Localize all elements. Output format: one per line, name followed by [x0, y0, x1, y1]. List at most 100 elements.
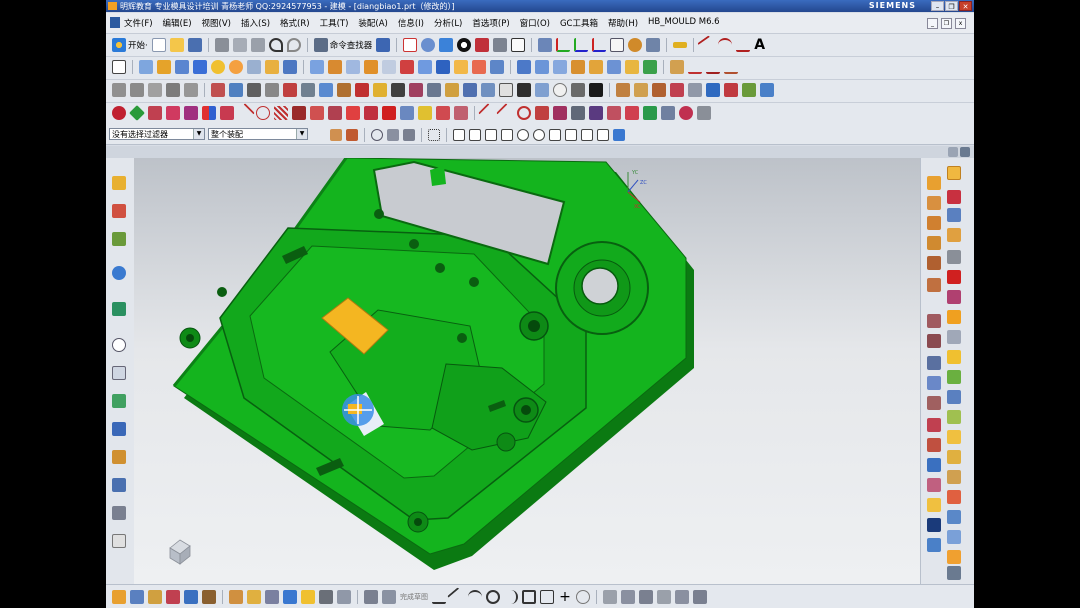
utility-32-icon[interactable] [679, 106, 693, 120]
utility-3-icon[interactable] [148, 106, 162, 120]
mould-tool-32-icon[interactable] [688, 83, 702, 97]
hole-icon[interactable] [247, 60, 261, 74]
move-face-icon[interactable] [625, 60, 639, 74]
spline-icon[interactable] [736, 38, 751, 52]
menu-view[interactable]: 视图(V) [202, 17, 231, 29]
clock-icon[interactable] [553, 83, 567, 97]
mould-tool-20-icon[interactable] [463, 83, 477, 97]
snap-point-icon[interactable] [549, 129, 561, 141]
bom-icon[interactable] [947, 350, 961, 364]
ejector-icon[interactable] [947, 250, 961, 264]
mould-tool-21-icon[interactable] [481, 83, 495, 97]
shell-icon[interactable] [400, 60, 414, 74]
mould-tool-5-icon[interactable] [184, 83, 198, 97]
boss-icon[interactable] [265, 60, 279, 74]
hb-mould-3-icon[interactable] [927, 478, 941, 492]
menu-format[interactable]: 格式(R) [280, 17, 310, 29]
measure-icon[interactable] [673, 42, 688, 48]
mdi-close-button[interactable]: x [955, 18, 966, 29]
curve-icon[interactable] [688, 60, 702, 74]
utility-30-icon[interactable] [643, 106, 657, 120]
bridge-curve-icon[interactable] [706, 60, 720, 74]
chamfer-icon[interactable] [382, 60, 396, 74]
menu-insert[interactable]: 插入(S) [241, 17, 270, 29]
standard-parts-icon[interactable] [927, 236, 941, 250]
menu-gc-toolbox[interactable]: GC工具箱 [560, 17, 598, 29]
snap-5-icon[interactable] [184, 590, 198, 604]
mould-tool-8-icon[interactable] [247, 83, 261, 97]
undo-icon[interactable] [268, 38, 283, 52]
extrude-icon[interactable] [139, 60, 153, 74]
open-file-icon[interactable] [169, 38, 184, 52]
mould-tool-30-icon[interactable] [652, 83, 666, 97]
text-icon[interactable]: A [754, 37, 765, 53]
project-init-icon[interactable] [927, 176, 941, 190]
mould-tool-17-icon[interactable] [409, 83, 423, 97]
snap-intersection-icon[interactable] [501, 129, 513, 141]
menu-file[interactable]: 文件(F) [124, 17, 153, 29]
sketch-rectangle-icon[interactable] [522, 590, 536, 604]
move-csys-icon[interactable] [610, 38, 625, 52]
snap-quadrant-icon[interactable] [533, 129, 545, 141]
mould-tool-24-icon[interactable] [535, 83, 549, 97]
utility-19-icon[interactable] [436, 106, 450, 120]
gate-icon[interactable] [927, 278, 941, 292]
mould-tool-1-icon[interactable] [112, 83, 126, 97]
unused-parts-icon[interactable] [927, 418, 941, 432]
utility-17-icon[interactable] [400, 106, 414, 120]
finish-sketch-label[interactable]: 完成草图 [400, 592, 428, 602]
mould-tool-15-icon[interactable] [373, 83, 387, 97]
check-icon[interactable] [947, 410, 961, 424]
wcs-icon[interactable] [556, 38, 571, 52]
delete-face-icon[interactable] [607, 60, 621, 74]
snap-3-icon[interactable] [148, 590, 162, 604]
mould-tool-6-icon[interactable] [211, 83, 225, 97]
select-box-icon[interactable] [428, 129, 440, 141]
datum-csys-icon[interactable] [592, 38, 607, 52]
menu-info[interactable]: 信息(I) [398, 17, 424, 29]
line-icon[interactable] [697, 35, 717, 55]
sketch-point-icon[interactable]: + [558, 590, 572, 604]
maximize-button[interactable]: ❐ [945, 1, 958, 11]
mould-tool-26-icon[interactable] [571, 83, 585, 97]
menu-analysis[interactable]: 分析(L) [434, 17, 462, 29]
sketch-constraint-icon[interactable] [675, 590, 689, 604]
rotate-icon[interactable] [421, 38, 436, 52]
utility-1-icon[interactable] [112, 106, 126, 120]
utility-10-icon[interactable] [274, 106, 288, 120]
utility-7-icon[interactable] [220, 106, 234, 120]
unite-icon[interactable] [310, 60, 324, 74]
snap-11-icon[interactable] [301, 590, 315, 604]
select-arrow-icon[interactable] [387, 129, 399, 141]
snap-4-icon[interactable] [166, 590, 180, 604]
split-body-icon[interactable] [472, 60, 486, 74]
mould-tool-36-icon[interactable] [760, 83, 774, 97]
mould-tool-7-icon[interactable] [229, 83, 243, 97]
menu-assembly[interactable]: 装配(A) [358, 17, 387, 29]
drawing-icon[interactable] [927, 356, 941, 370]
utility-21-icon[interactable] [478, 103, 498, 123]
replace-face-icon[interactable] [589, 60, 603, 74]
mould-wizard-icon[interactable] [947, 166, 961, 180]
mould-tool-12-icon[interactable] [319, 83, 333, 97]
sphere-icon[interactable] [211, 60, 225, 74]
casting-icon[interactable] [947, 430, 961, 444]
close-button[interactable]: ✕ [959, 1, 972, 11]
insert-icon[interactable] [947, 270, 961, 284]
sketch-view-icon[interactable] [382, 590, 396, 604]
block-icon[interactable] [175, 60, 189, 74]
mould-tool-29-icon[interactable] [634, 83, 648, 97]
body-icon[interactable] [493, 38, 508, 52]
snap-bounded-icon[interactable] [597, 129, 609, 141]
graphics-window[interactable]: YC XC ZC [134, 158, 920, 584]
sketch-offset-icon[interactable] [576, 590, 590, 604]
snap-1-icon[interactable] [112, 590, 126, 604]
orient-icon[interactable] [628, 38, 643, 52]
select-settings-icon[interactable] [346, 129, 358, 141]
utility-20-icon[interactable] [454, 106, 468, 120]
selection-filter-dropdown[interactable]: 没有选择过滤器 ▼ [109, 128, 205, 140]
edge-blend-icon[interactable] [364, 60, 378, 74]
mould-tool-35-icon[interactable] [742, 83, 756, 97]
system-scenes-icon[interactable] [112, 478, 126, 492]
sketch-line-icon[interactable] [447, 587, 467, 607]
